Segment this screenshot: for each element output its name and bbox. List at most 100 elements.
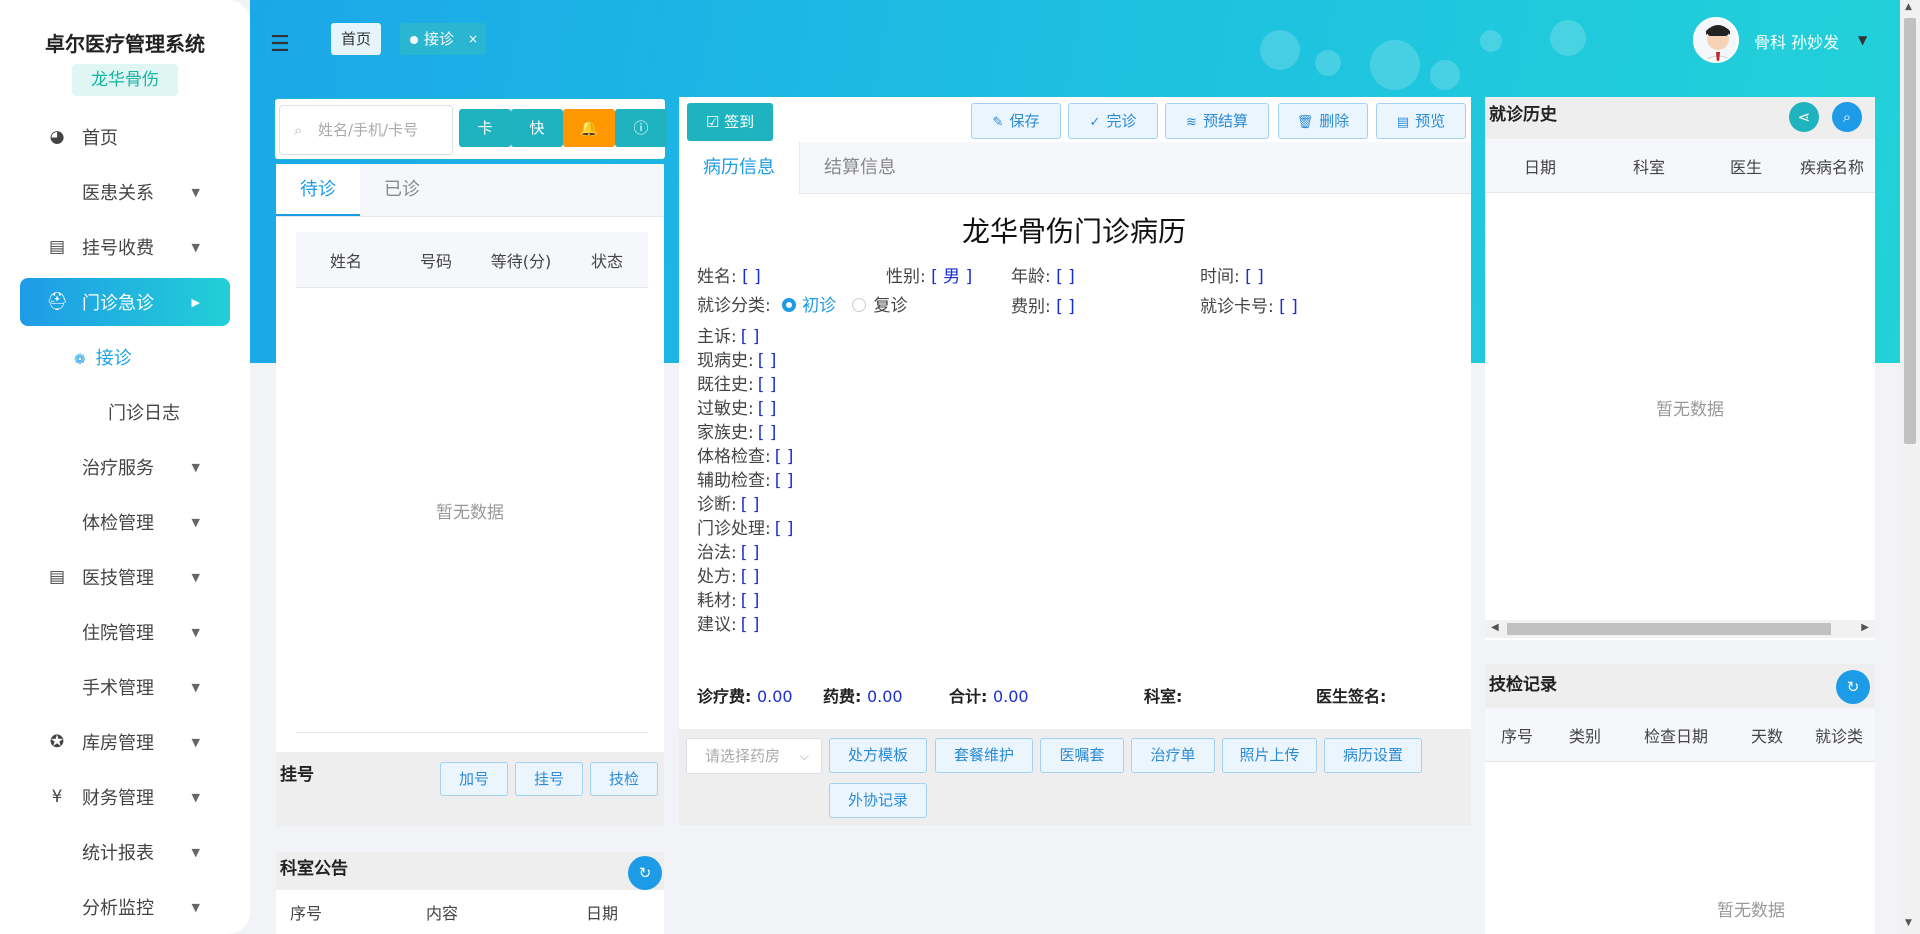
sign-in-button[interactable]: ☑ 签到 — [687, 103, 773, 141]
empty-state: 暂无数据 — [1717, 901, 1785, 921]
tab-done[interactable]: 已诊 — [360, 164, 444, 216]
column-header: 姓名 — [329, 251, 362, 271]
record-section-5: 体格检查:[ ] — [697, 447, 794, 467]
tab-waiting[interactable]: 待诊 — [276, 164, 360, 216]
card-button[interactable]: 卡 — [459, 109, 511, 147]
sidebar-item-5[interactable]: 体检管理 ▼ — [20, 498, 230, 546]
user-avatar[interactable] — [1693, 17, 1739, 63]
sidebar-item-label: 医患关系 — [82, 183, 154, 204]
column-header: 日期 — [1523, 157, 1556, 177]
preview-button[interactable]: ▤ 预览 — [1376, 103, 1466, 139]
tab-record-info[interactable]: 病历信息 — [679, 142, 800, 194]
prescription-template-button[interactable]: 处方模板 — [829, 738, 927, 773]
scrollbar-thumb[interactable] — [1904, 18, 1916, 444]
tab-settlement-info[interactable]: 结算信息 — [800, 142, 920, 194]
record-section-1: 现病史:[ ] — [697, 351, 777, 371]
exam-records-title: 技检记录 — [1489, 675, 1557, 695]
field-fee-type: 费别: [ ] — [1011, 297, 1075, 317]
sidebar-item-8[interactable]: 手术管理 ▼ — [20, 663, 230, 711]
chevron-down-icon[interactable]: ▼ — [1858, 33, 1867, 47]
record-section-6: 辅助检查:[ ] — [697, 471, 794, 491]
scroll-left-icon[interactable]: ◀ — [1491, 622, 1499, 633]
sidebar-subitem-outpatient-log[interactable]: 门诊日志 — [108, 399, 180, 425]
package-maintenance-button[interactable]: 套餐维护 — [935, 738, 1033, 773]
info-icon[interactable]: ⓘ — [615, 109, 667, 147]
order-set-button[interactable]: 医嘱套 — [1040, 738, 1124, 773]
sidebar-item-label: 治疗服务 — [82, 458, 154, 479]
record-section-0: 主诉:[ ] — [697, 327, 760, 347]
field-name: 姓名: [ ] — [697, 267, 761, 287]
sidebar-item-7[interactable]: 住院管理 ▼ — [20, 608, 230, 656]
sidebar-item-3[interactable]: ⛑ 门诊急诊 ▶ — [20, 278, 230, 326]
fast-button[interactable]: 快 — [511, 109, 563, 147]
share-icon[interactable]: ⋖ — [1789, 102, 1819, 132]
chevron-icon: ▼ — [191, 790, 200, 804]
calendar-icon: ▤ — [48, 237, 66, 257]
scroll-down-icon[interactable]: ▼ — [1905, 918, 1912, 928]
sidebar-item-0[interactable]: ◕ 首页 — [20, 113, 230, 161]
decor-bubble — [1370, 40, 1420, 90]
sidebar-item-label: 医技管理 — [82, 568, 154, 589]
pre-settle-button[interactable]: ≋ 预结算 — [1165, 103, 1269, 139]
empty-state: 暂无数据 — [1656, 400, 1724, 420]
record-settings-button[interactable]: 病历设置 — [1324, 738, 1422, 773]
pharmacy-select[interactable]: 请选择药房 ⌵ — [686, 738, 822, 774]
sidebar-item-10[interactable]: ¥ 财务管理 ▼ — [20, 773, 230, 821]
trash-icon: 🗑 — [1296, 115, 1314, 130]
user-name[interactable]: 骨科 孙妙发 — [1754, 29, 1839, 53]
treatment-sheet-button[interactable]: 治疗单 — [1131, 738, 1215, 773]
outsource-record-button[interactable]: 外协记录 — [829, 783, 927, 818]
search-icon: ⌕ — [294, 121, 303, 139]
radio-return-visit[interactable] — [851, 298, 866, 312]
photo-upload-button[interactable]: 照片上传 — [1222, 738, 1317, 773]
visit-history-title: 就诊历史 — [1489, 105, 1557, 125]
column-header: 医生 — [1729, 157, 1762, 177]
scroll-right-icon[interactable]: ▶ — [1861, 622, 1869, 633]
refresh-icon[interactable]: ↻ — [1836, 670, 1870, 704]
scrollbar-thumb[interactable] — [1507, 623, 1831, 635]
sidebar-item-1[interactable]: 医患关系 ▼ — [20, 168, 230, 216]
record-section-7: 诊断:[ ] — [697, 495, 760, 515]
record-section-8: 门诊处理:[ ] — [697, 519, 794, 539]
history-horizontal-scrollbar[interactable]: ◀ ▶ — [1485, 620, 1875, 638]
close-tab-icon[interactable]: × — [468, 23, 478, 55]
sidebar-item-6[interactable]: ▤ 医技管理 ▼ — [20, 553, 230, 601]
patient-search-input[interactable]: ⌕ 姓名/手机/卡号 — [279, 105, 453, 155]
chevron-icon: ▼ — [191, 185, 200, 199]
save-button[interactable]: ✎ 保存 — [971, 103, 1061, 139]
coins-icon: ≋ — [1186, 115, 1197, 130]
sidebar-item-4[interactable]: 治疗服务 ▼ — [20, 443, 230, 491]
calendar-check-icon: ☑ — [705, 113, 720, 131]
search-icon[interactable]: ⌕ — [1832, 102, 1862, 132]
register-button[interactable]: 挂号 — [515, 762, 583, 796]
total-fee: 合计: 0.00 — [949, 687, 1029, 706]
exam-records-panel: 序号 类别 检查日期 天数 就诊类 暂无数据 — [1485, 664, 1875, 934]
sidebar-item-label: 首页 — [82, 128, 118, 149]
scroll-up-icon[interactable]: ▲ — [1905, 2, 1912, 12]
page-scrollbar[interactable]: ▲ ▼ — [1900, 0, 1920, 934]
column-header: 天数 — [1750, 726, 1783, 746]
sidebar-item-11[interactable]: 统计报表 ▼ — [20, 828, 230, 876]
column-header: 号码 — [419, 251, 452, 271]
refresh-icon[interactable]: ↻ — [628, 856, 662, 890]
sidebar-item-2[interactable]: ▤ 挂号收费 ▼ — [20, 223, 230, 271]
sidebar-item-12[interactable]: 分析监控 ▼ — [20, 883, 230, 931]
column-header: 疾病名称 — [1799, 157, 1864, 177]
radio-first-visit[interactable] — [782, 298, 797, 312]
tab-home[interactable]: 首页 — [331, 23, 381, 55]
chevron-icon: ▼ — [191, 240, 200, 254]
exam-button[interactable]: 技检 — [590, 762, 658, 796]
menu-toggle-icon[interactable]: ☰ — [270, 32, 290, 57]
doctor-signature-label: 医生签名: — [1316, 687, 1387, 706]
hospital-badge: 龙华骨伤 — [72, 64, 178, 96]
edit-icon: ✎ — [992, 115, 1004, 130]
bell-icon[interactable]: 🔔 — [563, 109, 615, 147]
complete-button[interactable]: ✓ 完诊 — [1068, 103, 1158, 139]
delete-button[interactable]: 🗑 删除 — [1278, 103, 1368, 139]
patient-search-bar: ⌕ 姓名/手机/卡号 卡 快 🔔 ⓘ — [274, 98, 667, 160]
tab-reception[interactable]: 接诊 × — [400, 23, 486, 55]
sidebar-subitem-reception[interactable]: ❁ 接诊 — [74, 344, 132, 370]
sidebar-item-9[interactable]: ✪ 库房管理 ▼ — [20, 718, 230, 766]
queue-panel: 待诊 已诊 姓名 号码 等待(分) 状态 暂无数据 — [276, 164, 664, 752]
add-number-button[interactable]: 加号 — [440, 762, 508, 796]
